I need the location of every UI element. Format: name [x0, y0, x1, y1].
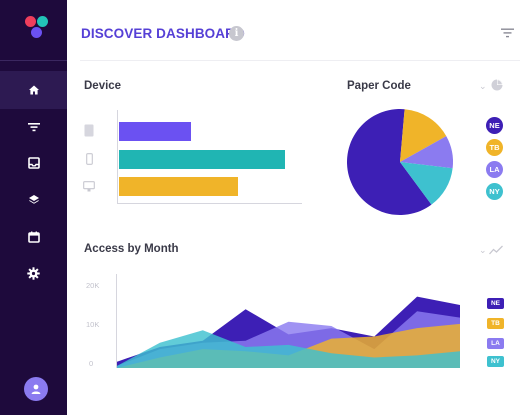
legend-badge-ne[interactable]: NE: [486, 117, 503, 134]
sidebar-item-calendar[interactable]: [0, 218, 67, 256]
legend-badge-la[interactable]: LA: [486, 161, 503, 178]
sidebar-item-home[interactable]: [0, 71, 67, 109]
info-icon[interactable]: i: [229, 26, 244, 41]
tablet-icon: [84, 124, 94, 137]
sidebar-item-inbox[interactable]: [0, 144, 67, 182]
sidebar-item-layers[interactable]: [0, 181, 67, 219]
line-chart-icon[interactable]: [489, 245, 503, 255]
sidebar: [0, 0, 67, 415]
device-bar-tablet[interactable]: [119, 122, 191, 141]
header-divider: [80, 60, 520, 61]
chevron-down-icon[interactable]: ⌄: [479, 81, 487, 92]
mobile-icon: [86, 153, 93, 165]
page-title: DISCOVER DASHBOARD: [81, 26, 245, 41]
chevron-down-icon[interactable]: ⌄: [479, 245, 487, 256]
top-header: DISCOVER DASHBOARD i: [67, 0, 527, 60]
avatar[interactable]: [24, 377, 48, 401]
sidebar-item-settings[interactable]: [0, 254, 67, 292]
y-tick-label: 20K: [86, 281, 100, 290]
calendar-icon: [27, 231, 40, 243]
device-y-axis: [117, 110, 118, 204]
filter-icon: [27, 123, 40, 132]
app-logo[interactable]: [25, 16, 49, 44]
access-area-chart[interactable]: [117, 270, 460, 370]
device-bar-desktop[interactable]: [119, 177, 238, 196]
pie-chart-icon[interactable]: [491, 79, 503, 91]
legend-tag-ny[interactable]: NY: [487, 356, 504, 367]
inbox-icon: [27, 157, 40, 169]
y-tick-label: 0: [89, 359, 94, 368]
settings-icon: [27, 266, 40, 280]
desktop-icon: [83, 181, 95, 192]
user-icon: [31, 384, 41, 394]
device-bar-mobile[interactable]: [119, 150, 285, 169]
sidebar-item-filter[interactable]: [0, 108, 67, 146]
sidebar-divider: [0, 60, 67, 61]
legend-tag-tb[interactable]: TB: [487, 318, 504, 329]
access-by-month-title: Access by Month: [84, 243, 179, 255]
device-x-axis: [117, 203, 302, 204]
home-icon: [28, 85, 39, 95]
legend-badge-tb[interactable]: TB: [486, 139, 503, 156]
layers-icon: [28, 195, 39, 204]
legend-badge-ny[interactable]: NY: [486, 183, 503, 200]
paper-code-title: Paper Code: [347, 80, 411, 92]
legend-tag-ne[interactable]: NE: [487, 298, 504, 309]
legend-tag-la[interactable]: LA: [487, 338, 504, 349]
paper-code-pie[interactable]: [340, 104, 460, 224]
filter-icon[interactable]: [501, 28, 514, 38]
y-tick-label: 10K: [86, 320, 100, 329]
device-title: Device: [84, 80, 122, 92]
